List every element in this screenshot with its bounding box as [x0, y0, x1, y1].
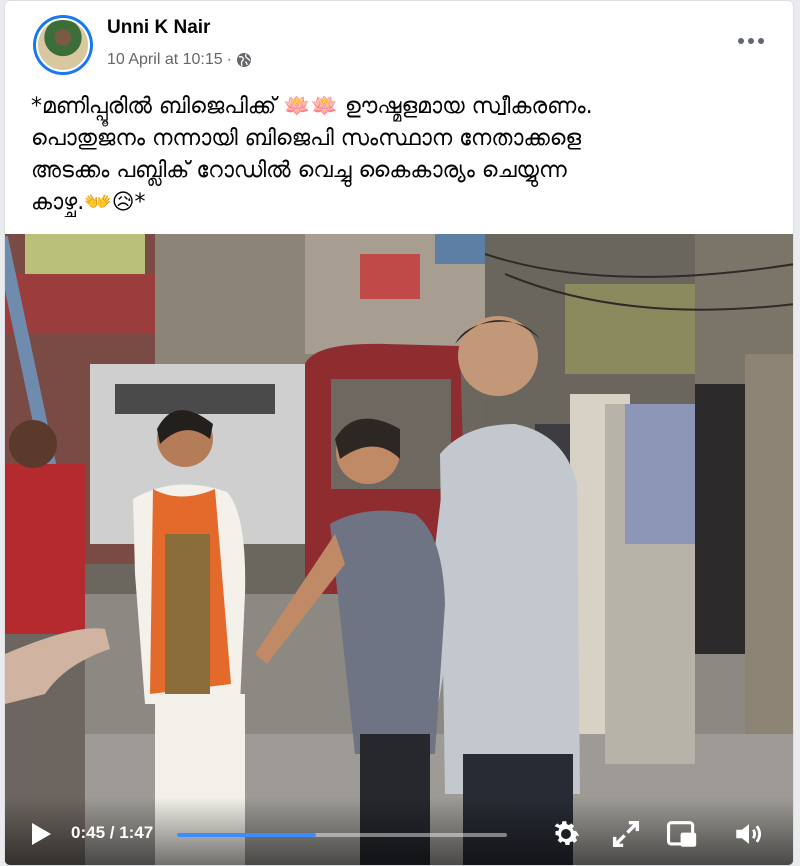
- post-text-line: കാഴ്ച.👐😥*: [31, 190, 146, 215]
- play-icon[interactable]: [29, 821, 53, 847]
- more-options-button[interactable]: [733, 27, 769, 55]
- meta-separator: ·: [226, 51, 232, 68]
- video-player[interactable]: 0:45 / 1:47: [5, 234, 793, 865]
- video-controls: 0:45 / 1:47: [5, 797, 793, 865]
- video-progress-fill: [177, 833, 316, 837]
- picture-in-picture-icon[interactable]: [665, 817, 699, 851]
- author-name[interactable]: Unni K Nair: [107, 17, 210, 39]
- post-meta: 10 April at 10:15 ·: [107, 51, 252, 69]
- facebook-post: Unni K Nair 10 April at 10:15 · *മണിപ്പൂ…: [4, 0, 794, 866]
- video-progress-bar[interactable]: [177, 833, 507, 837]
- post-text-line: *മണിപ്പൂരിൽ ബിജെപിക്ക് 🪷🪷 ഊഷ്മളമായ സ്വീക…: [31, 94, 593, 119]
- video-time: 0:45 / 1:47: [71, 823, 154, 842]
- settings-icon[interactable]: [549, 817, 583, 851]
- post-text-line: അടക്കം പബ്ലിക് റോഡിൽ വെച്ചു കൈകാര്യം ചെയ…: [31, 158, 567, 183]
- video-frame: [5, 234, 793, 865]
- volume-icon[interactable]: [732, 817, 766, 851]
- more-options-icon: [738, 38, 744, 44]
- post-date[interactable]: 10 April at 10:15: [107, 51, 223, 69]
- fullscreen-icon[interactable]: [609, 817, 643, 851]
- post-message: *മണിപ്പൂരിൽ ബിജെപിക്ക് 🪷🪷 ഊഷ്മളമായ സ്വീക…: [31, 91, 771, 219]
- post-header: Unni K Nair 10 April at 10:15 ·: [5, 1, 793, 91]
- avatar-photo: [36, 18, 90, 72]
- post-text-line: പൊതുജനം നന്നായി ബിജെപി സംസ്ഥാന നേതാക്കളെ: [31, 126, 582, 151]
- author-avatar[interactable]: [33, 15, 93, 75]
- globe-icon[interactable]: [236, 52, 252, 68]
